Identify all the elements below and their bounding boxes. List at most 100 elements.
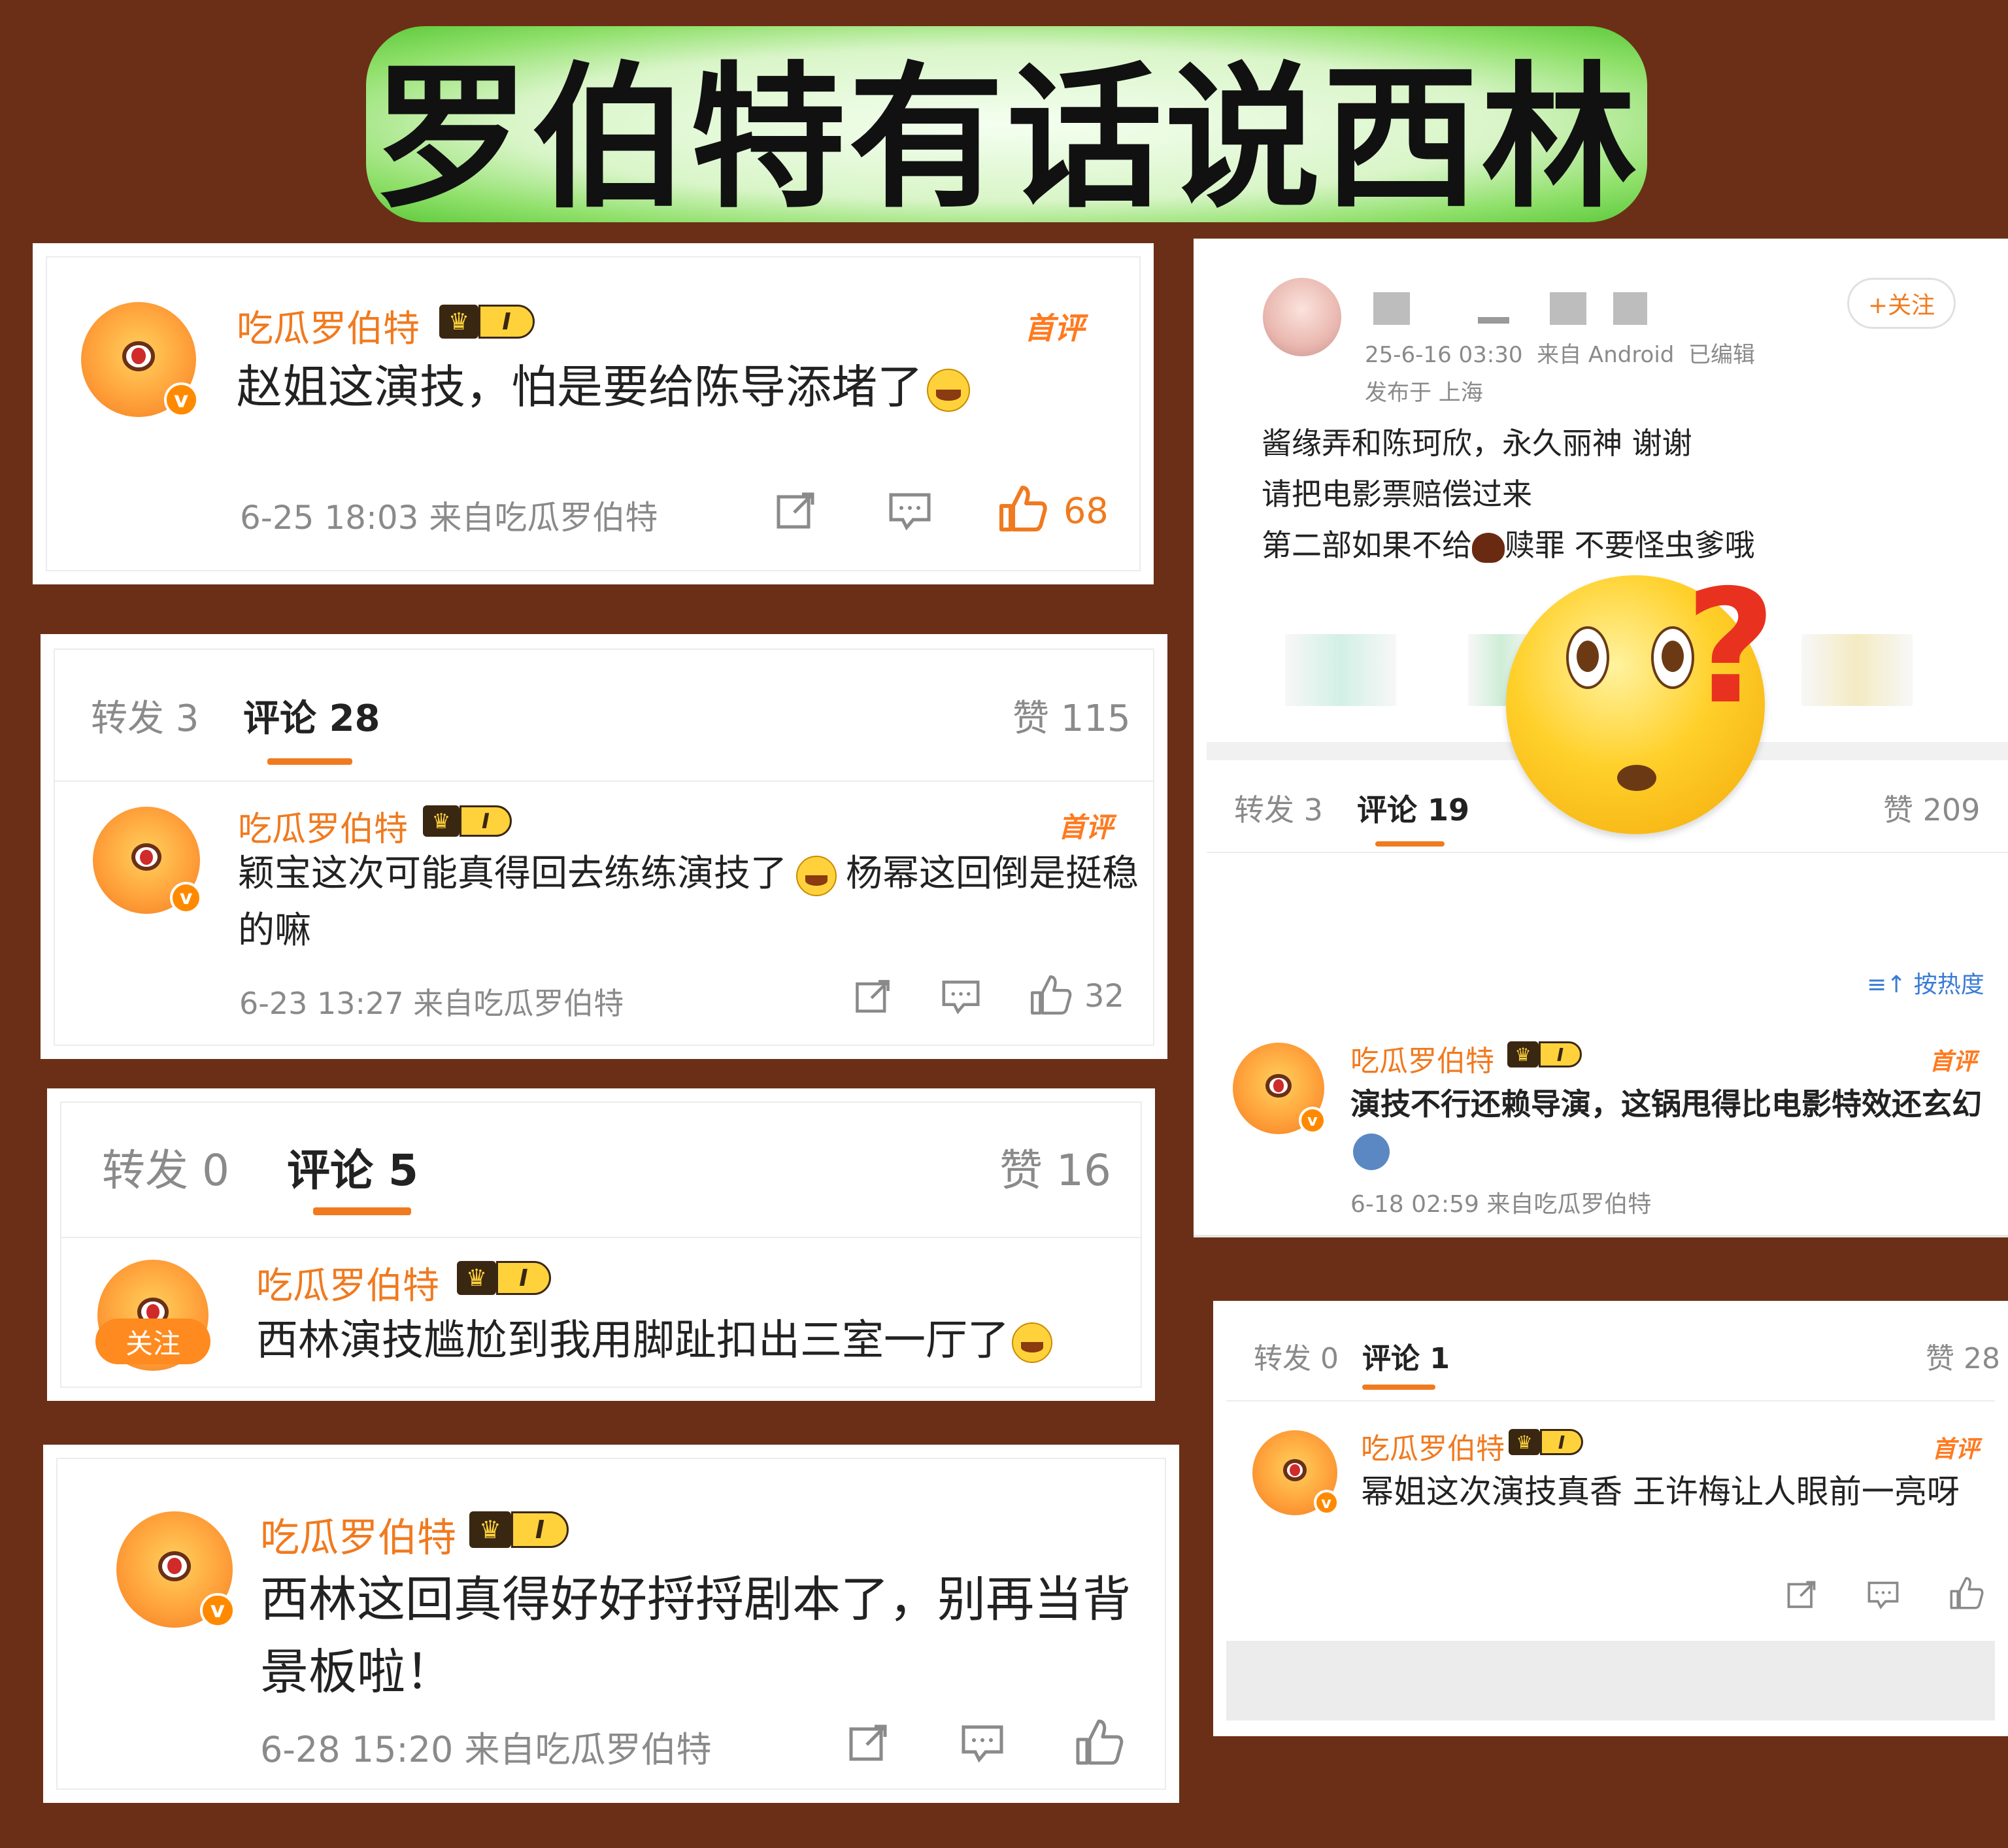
first-comment-badge: 首评: [1930, 1049, 1977, 1075]
tab-comment[interactable]: 评论 5: [287, 1135, 418, 1198]
first-comment-badge: 首评: [1058, 811, 1114, 843]
tab-repost[interactable]: 转发 3: [91, 689, 199, 742]
vip-badge: ♛ I: [469, 1511, 569, 1548]
comment-card-1: v 吃瓜罗伯特 ♛ I 首评 赵姐这演技，怕是要给陈导添堵了 6-25 18:0…: [33, 243, 1154, 584]
footer-band: [1226, 1641, 1995, 1721]
vip-badge: ♛ I: [439, 305, 535, 339]
username[interactable]: 吃瓜罗伯特: [238, 801, 408, 850]
tab-comment[interactable]: 评论 1: [1362, 1335, 1450, 1377]
post-author-avatar[interactable]: [1263, 278, 1341, 356]
post-source: 来自 Android: [1537, 342, 1675, 368]
thumbs-up-icon[interactable]: [995, 481, 1050, 536]
tab-underline: [1375, 841, 1445, 847]
tab-repost[interactable]: 转发 0: [1254, 1335, 1339, 1377]
divider: [55, 781, 1153, 782]
chestnut-emoji: [1472, 532, 1505, 563]
comment-text-value: 赵姐这演技，怕是要给陈导添堵了: [237, 360, 923, 414]
post-time: 25-6-16 03:30: [1365, 342, 1523, 368]
comment-meta: 6-28 15:20 来自吃瓜罗伯特: [260, 1729, 712, 1770]
vip-badge: ♛ I: [457, 1261, 551, 1295]
level-label: I: [496, 1261, 551, 1295]
post-meta: 25-6-16 03:30 来自 Android 已编辑: [1365, 337, 1755, 369]
page-title: 罗伯特有话说西林: [366, 26, 1647, 229]
thumbs-up-icon[interactable]: [1071, 1714, 1127, 1770]
avatar[interactable]: v: [81, 302, 199, 417]
comment-text: 幂姐这次演技真香 王许梅让人眼前一亮呀: [1361, 1473, 1960, 1511]
tab-comment[interactable]: 评论 19: [1357, 786, 1469, 830]
divider: [1226, 1400, 1995, 1402]
avatar[interactable]: v: [116, 1511, 235, 1628]
comment-card-3: 转发 0 评论 5 赞 16 关注 吃瓜罗伯特 ♛ I 西林演技尴尬到我用脚趾扣…: [47, 1088, 1155, 1401]
card-inner: v 吃瓜罗伯特 ♛ I 首评 赵姐这演技，怕是要给陈导添堵了 6-25 18:0…: [46, 256, 1141, 571]
comment-text: 西林演技尴尬到我用脚趾扣出三室一厅了: [256, 1311, 1052, 1371]
card-inner: 转发 3 评论 28 赞 115 v 吃瓜罗伯特 ♛ I 首评 颖宝这次可能真得…: [54, 648, 1154, 1046]
avatar[interactable]: v: [1252, 1430, 1339, 1515]
post-line-1: 酱缘弄和陈珂欣，永久丽神 谢谢: [1262, 426, 1692, 461]
post-line-2: 请把电影票赔偿过来: [1262, 477, 1532, 512]
share-icon[interactable]: [842, 1717, 894, 1770]
tab-repost[interactable]: 转发 3: [1234, 786, 1323, 830]
blurred-username: [1613, 292, 1647, 325]
like-count: 32: [1084, 978, 1125, 1015]
first-comment-badge: 首评: [1932, 1436, 1980, 1463]
username[interactable]: 吃瓜罗伯特: [260, 1506, 456, 1563]
level-label: I: [460, 805, 512, 837]
tab-like[interactable]: 赞 115: [1012, 689, 1131, 742]
comment-icon[interactable]: [956, 1717, 1009, 1770]
first-comment-badge: 首评: [1024, 311, 1084, 346]
comment-meta: 6-23 13:27 来自吃瓜罗伯特: [239, 986, 624, 1021]
post-location: 发布于 上海: [1365, 380, 1483, 406]
sort-toggle[interactable]: ≡↑ 按热度: [1867, 966, 1984, 1000]
card-inner: v 吃瓜罗伯特 ♛ I 西林这回真得好好捋捋剧本了，别再当背景板啦！ 6-28 …: [56, 1458, 1166, 1790]
laugh-cry-emoji: [796, 855, 837, 896]
level-label: I: [511, 1511, 569, 1548]
sort-label: 按热度: [1913, 971, 1984, 998]
tab-like[interactable]: 赞 28: [1926, 1335, 2000, 1377]
comment-card-2: 转发 3 评论 28 赞 115 v 吃瓜罗伯特 ♛ I 首评 颖宝这次可能真得…: [41, 634, 1167, 1059]
thumbs-up-icon[interactable]: [1945, 1572, 1987, 1614]
tab-comment[interactable]: 评论 28: [243, 689, 380, 742]
card-inner: 转发 0 评论 5 赞 16 关注 吃瓜罗伯特 ♛ I 西林演技尴尬到我用脚趾扣…: [60, 1101, 1142, 1388]
laugh-cry-emoji: [927, 368, 970, 412]
emoji-eye-left: [1566, 626, 1609, 689]
comment-text: 演技不行还赖导演，这锅甩得比电影特效还玄幻: [1350, 1082, 2004, 1172]
comment-meta: 6-25 18:03 来自吃瓜罗伯特: [240, 499, 658, 537]
post-line-3a: 第二部如果不给: [1262, 528, 1472, 563]
username[interactable]: 吃瓜罗伯特: [1350, 1037, 1494, 1079]
username[interactable]: 吃瓜罗伯特: [256, 1256, 439, 1309]
tab-like[interactable]: 赞 16: [999, 1135, 1111, 1198]
emoji-mouth: [1617, 765, 1656, 791]
laugh-cry-emoji: [1012, 1322, 1052, 1364]
share-icon[interactable]: [849, 973, 896, 1020]
vip-badge: ♛ I: [1507, 1041, 1582, 1067]
crown-icon: ♛: [423, 805, 460, 837]
comment-card-6: 转发 0 评论 1 赞 28 v 吃瓜罗伯特 ♛ I 首评 幂姐这次演技真香 王…: [1213, 1301, 2008, 1736]
blurred-image: [1801, 634, 1913, 706]
avatar[interactable]: v: [1233, 1043, 1326, 1134]
vip-badge: ♛ I: [423, 805, 512, 837]
blurred-username: [1373, 292, 1410, 325]
crown-icon: ♛: [457, 1261, 496, 1295]
comment-icon[interactable]: [937, 973, 984, 1020]
blurred-username: [1550, 292, 1586, 325]
avatar[interactable]: v: [93, 807, 203, 914]
username[interactable]: 吃瓜罗伯特: [1361, 1425, 1505, 1467]
crown-icon: ♛: [439, 305, 478, 339]
tab-repost[interactable]: 转发 0: [102, 1135, 229, 1198]
tab-underline: [313, 1207, 411, 1215]
comment-icon[interactable]: [1864, 1575, 1903, 1615]
thumbs-up-icon[interactable]: [1026, 970, 1075, 1020]
follow-button[interactable]: 关注: [95, 1319, 210, 1364]
share-icon[interactable]: [769, 485, 822, 537]
level-label: I: [1540, 1429, 1583, 1455]
level-label: I: [478, 305, 535, 339]
comment-icon[interactable]: [884, 485, 936, 537]
username[interactable]: 吃瓜罗伯特: [237, 299, 420, 352]
question-mark-icon: ?: [1685, 556, 1777, 739]
tab-like[interactable]: 赞 209: [1883, 786, 1980, 830]
divider: [61, 1237, 1141, 1238]
follow-button[interactable]: +关注: [1847, 278, 1956, 329]
divider: [1207, 852, 2008, 853]
share-icon[interactable]: [1782, 1575, 1821, 1615]
comment-text-value: 演技不行还赖导演，这锅甩得比电影特效还玄幻: [1350, 1086, 1982, 1122]
